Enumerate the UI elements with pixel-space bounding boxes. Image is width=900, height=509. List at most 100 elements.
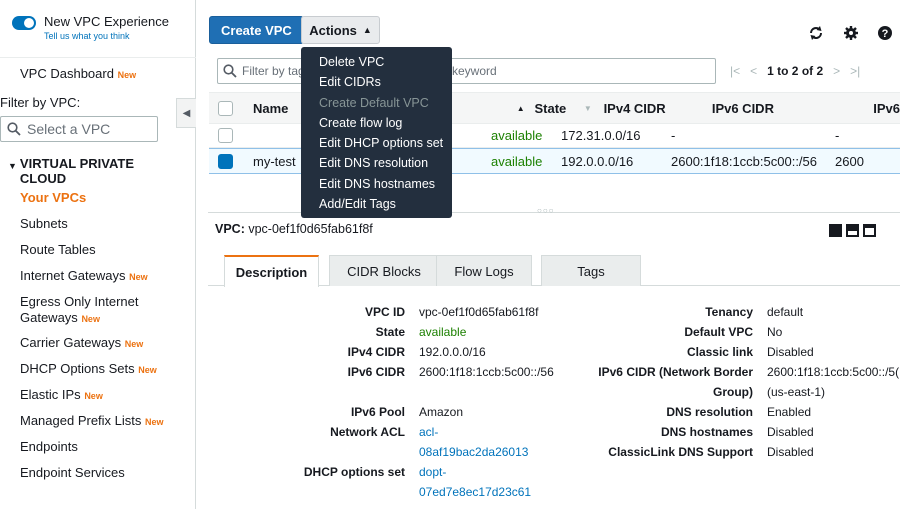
create-vpc-button[interactable]: Create VPC bbox=[209, 16, 304, 44]
sidebar-item-managed-prefix-lists[interactable]: Managed Prefix Lists New bbox=[0, 413, 176, 430]
detail-key: VPC ID bbox=[364, 305, 405, 319]
sidebar-item-label: Elastic IPs bbox=[20, 387, 81, 402]
menu-item-edit-cidrs[interactable]: Edit CIDRs bbox=[301, 72, 452, 92]
sidebar-item-subnets[interactable]: Subnets bbox=[0, 216, 176, 232]
detail-value: 2600:1f18:1ccb:5c00::/5( bbox=[767, 365, 900, 379]
sidebar-item-label: Egress Only Internet bbox=[20, 294, 139, 309]
sidebar-item-label: Internet Gateways bbox=[20, 268, 126, 283]
sidebar-item-egress-only-internet[interactable]: Egress Only Internet Gateways New bbox=[0, 294, 176, 327]
details-vpc-id: vpc-0ef1f0d65fab61f8f bbox=[248, 222, 373, 236]
tab-tags[interactable]: Tags bbox=[541, 255, 641, 286]
detail-row: DNS hostnames Disabled bbox=[596, 422, 900, 442]
select-all-checkbox[interactable] bbox=[218, 100, 233, 116]
detail-link-line2[interactable]: 08af19bac2da26013 bbox=[419, 445, 528, 459]
gear-icon[interactable] bbox=[843, 25, 859, 46]
details-vpc-heading: VPC: vpc-0ef1f0d65fab61f8f bbox=[215, 222, 373, 236]
details-tabs: Description CIDR Blocks Flow Logs Tags bbox=[208, 255, 900, 287]
sidebar-item-endpoints[interactable]: Endpoints bbox=[0, 439, 176, 455]
detail-key: Network ACL bbox=[330, 425, 405, 439]
detail-row: State available bbox=[298, 322, 585, 342]
filter-by-vpc-label: Filter by VPC: bbox=[0, 95, 81, 110]
section-title: VIRTUAL PRIVATE CLOUD bbox=[19, 156, 135, 186]
detail-row: IPv6 CIDR (Network Border Group) 2600:1f18… bbox=[596, 362, 900, 402]
menu-item-add-edit-tags[interactable]: Add/Edit Tags bbox=[301, 194, 452, 214]
refresh-icon[interactable] bbox=[808, 25, 824, 46]
help-icon[interactable]: ? bbox=[877, 25, 893, 46]
column-ipv6-pool[interactable]: IPv6 bbox=[873, 101, 900, 116]
filter-placeholder: Filter by tag bbox=[242, 64, 305, 78]
detail-link[interactable]: dopt- bbox=[419, 465, 446, 479]
sidebar-item-vpc-dashboard[interactable]: VPC Dashboard New bbox=[0, 66, 195, 83]
detail-key: IPv6 Pool bbox=[350, 405, 405, 419]
new-experience-toggle[interactable] bbox=[12, 16, 36, 30]
menu-item-edit-dhcp-options-set[interactable]: Edit DHCP options set bbox=[301, 133, 452, 153]
details-right-column: Tenancy default Default VPC No Classic link D… bbox=[596, 302, 900, 462]
vpc-select[interactable]: Select a VPC bbox=[0, 116, 158, 142]
detail-value: default bbox=[767, 305, 804, 319]
first-page-icon[interactable]: |< bbox=[730, 64, 740, 78]
sidebar-item-carrier-gateways[interactable]: Carrier Gateways New bbox=[0, 335, 176, 352]
detail-link[interactable]: acl- bbox=[419, 425, 438, 439]
detail-value: Disabled bbox=[767, 445, 814, 459]
caret-down-icon: ▼ bbox=[8, 161, 17, 171]
detail-value: Disabled bbox=[767, 425, 814, 439]
tab-description[interactable]: Description bbox=[224, 255, 319, 287]
detail-row: VPC ID vpc-0ef1f0d65fab61f8f bbox=[298, 302, 585, 322]
detail-value: Amazon bbox=[419, 405, 464, 419]
sidebar-item-internet-gateways[interactable]: Internet Gateways New bbox=[0, 268, 176, 285]
sidebar-item-route-tables[interactable]: Route Tables bbox=[0, 242, 176, 258]
detail-row: IPv6 CIDR 2600:1f18:1ccb:5c00::/56 bbox=[298, 362, 585, 382]
layout-full-icon[interactable] bbox=[863, 224, 876, 237]
search-icon bbox=[7, 122, 21, 136]
tab-flow-logs[interactable]: Flow Logs bbox=[436, 255, 532, 286]
sort-icon[interactable]: ▼ bbox=[574, 104, 604, 113]
menu-item-delete-vpc[interactable]: Delete VPC bbox=[301, 52, 452, 72]
collapse-sidebar-button[interactable]: ◀ bbox=[176, 98, 196, 128]
layout-split-icon[interactable] bbox=[846, 224, 859, 237]
detail-key: DHCP options set bbox=[303, 465, 405, 479]
feedback-link[interactable]: Tell us what you think bbox=[44, 31, 169, 41]
actions-button[interactable]: Actions ▲ bbox=[301, 16, 380, 44]
sidebar-item-your-vpcs[interactable]: Your VPCs bbox=[0, 190, 176, 206]
actions-menu: Delete VPC Edit CIDRs Create Default VPC Cr… bbox=[301, 47, 452, 218]
column-state[interactable]: State bbox=[535, 101, 574, 116]
section-virtual-private-cloud[interactable]: ▼ VIRTUAL PRIVATE CLOUD bbox=[0, 142, 195, 186]
cell-ipv4: 172.31.0.0/16 bbox=[561, 128, 641, 143]
detail-link-line2[interactable]: 07ed7e8ec17d23c61 bbox=[419, 485, 531, 499]
caret-up-icon: ▲ bbox=[362, 25, 372, 35]
filter-input[interactable]: Filter by tag keyword bbox=[217, 58, 716, 84]
sidebar-item-elastic-ips[interactable]: Elastic IPs New bbox=[0, 387, 176, 404]
search-icon bbox=[223, 64, 237, 78]
new-experience-row: New VPC Experience Tell us what you thin… bbox=[0, 0, 196, 58]
details-left-column: VPC ID vpc-0ef1f0d65fab61f8f State availabl… bbox=[298, 302, 585, 502]
sidebar-item-dhcp-options-sets[interactable]: DHCP Options Sets New bbox=[0, 361, 176, 378]
column-ipv6[interactable]: IPv6 CIDR bbox=[712, 101, 873, 116]
row-checkbox[interactable] bbox=[218, 153, 233, 169]
detail-key-line2: Group) bbox=[713, 385, 753, 399]
layout-bottom-icon[interactable] bbox=[829, 224, 842, 237]
detail-value: 192.0.0.0/16 bbox=[419, 345, 486, 359]
detail-value: Enabled bbox=[767, 405, 812, 419]
menu-item-edit-dns-hostnames[interactable]: Edit DNS hostnames bbox=[301, 174, 452, 194]
new-badge: New bbox=[138, 365, 157, 375]
sidebar-item-label: Subnets bbox=[20, 216, 68, 231]
chevron-left-icon: ◀ bbox=[182, 107, 191, 119]
menu-item-create-default-vpc: Create Default VPC bbox=[319, 95, 429, 110]
menu-item-create-flow-log[interactable]: Create flow log bbox=[301, 113, 452, 133]
tab-cidr-blocks[interactable]: CIDR Blocks bbox=[329, 255, 439, 286]
detail-row: IPv6 Pool Amazon bbox=[298, 402, 585, 422]
sidebar-item-endpoint-services[interactable]: Endpoint Services bbox=[0, 465, 176, 481]
drag-handle-icon[interactable]: ○○○ bbox=[537, 206, 555, 215]
prev-page-icon[interactable]: < bbox=[750, 64, 757, 78]
detail-row: DHCP options set dopt- 07ed7e8ec17d23c61 bbox=[298, 462, 585, 502]
sidebar-item-label-line2: Gateways bbox=[20, 310, 78, 325]
next-page-icon[interactable]: > bbox=[833, 64, 840, 78]
last-page-icon[interactable]: >| bbox=[850, 64, 860, 78]
detail-value: No bbox=[767, 325, 783, 339]
sort-asc-icon[interactable]: ▲ bbox=[517, 104, 535, 113]
new-experience-label: New VPC Experience bbox=[44, 14, 169, 29]
row-checkbox[interactable] bbox=[218, 128, 233, 143]
menu-item-edit-dns-resolution[interactable]: Edit DNS resolution bbox=[301, 153, 452, 173]
sidebar-item-label: DHCP Options Sets bbox=[20, 361, 135, 376]
column-ipv4[interactable]: IPv4 CIDR bbox=[604, 101, 712, 116]
